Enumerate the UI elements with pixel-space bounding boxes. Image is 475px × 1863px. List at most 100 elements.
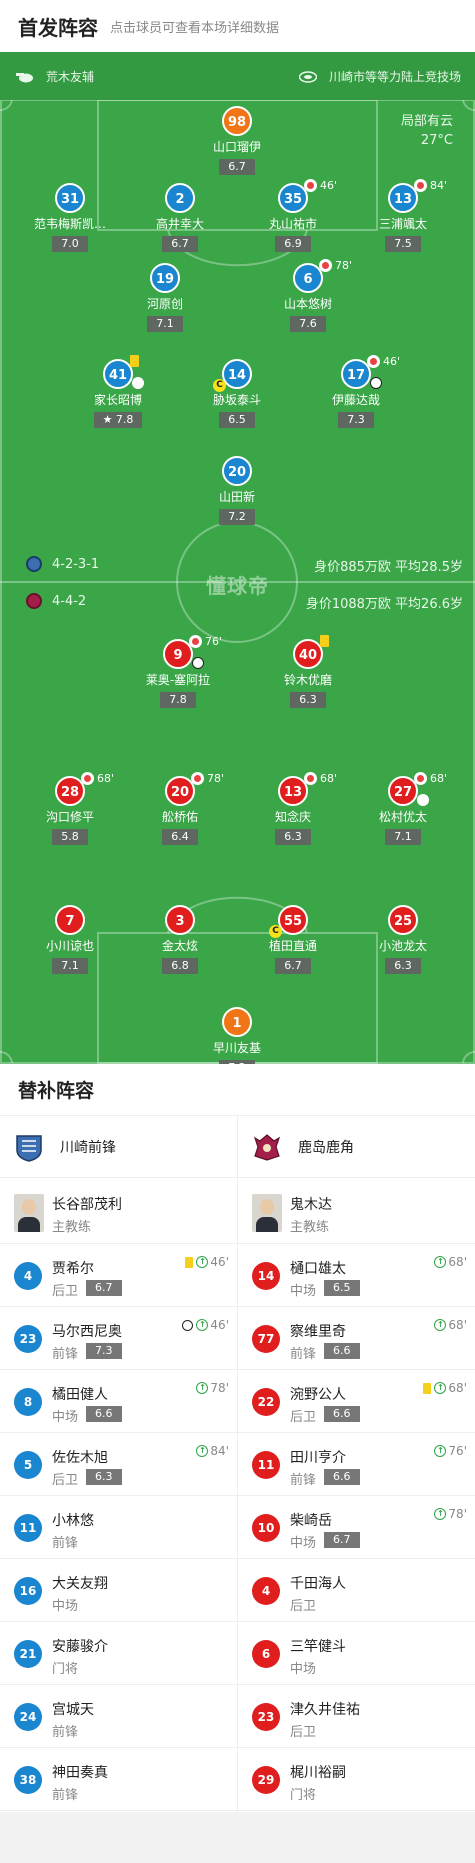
sub-off-indicator: 68' (81, 772, 114, 785)
home-coach[interactable]: 长谷部茂利 主教练 (0, 1178, 237, 1244)
substitution-icon (414, 772, 427, 785)
player-rating: 6.5 (219, 412, 255, 428)
player-number-badge: 29 (252, 1766, 280, 1794)
away-team-logo-icon (253, 1133, 281, 1161)
player-number-badge: 22 (252, 1388, 280, 1416)
substitution-icon (414, 179, 427, 192)
substitutes-section: 替补阵容 川崎前锋 长谷部茂利 主教练 4 贾希尔 后卫 6.7 ↑ 46' 23 马尔西尼奥… (0, 1064, 475, 1816)
page-subtitle: 点击球员可查看本场详细数据 (110, 20, 280, 36)
substitute-row[interactable]: 21 安藤骏介 门将 (0, 1622, 237, 1685)
player-rating: 6.4 (162, 829, 198, 845)
sub-minute: 76' (205, 635, 223, 648)
weather-condition: 局部有云 (400, 114, 453, 129)
sub-minute: 76' (448, 1444, 467, 1458)
player-marker[interactable]: 27 68' 松村优太 7.1 (351, 772, 455, 845)
player-position: 后卫 (290, 1725, 317, 1740)
player-marker[interactable]: 35 46' 丸山祐市 6.9 (241, 179, 345, 252)
player-rating: 7.1 (385, 829, 421, 845)
player-number-badge: 11 (14, 1514, 42, 1542)
away-team-header[interactable]: 鹿岛鹿角 (238, 1116, 475, 1178)
player-marker[interactable]: 55 C 植田直通 6.7 (241, 905, 345, 974)
substitute-row[interactable]: 38 神田奏真 前锋 (0, 1748, 237, 1811)
sub-minute: 68' (430, 772, 448, 785)
substitute-row[interactable]: 4 千田海人 后卫 (238, 1559, 475, 1622)
player-rating: 7.0 (52, 236, 88, 252)
home-team-logo-icon (16, 1134, 42, 1162)
substitute-row[interactable]: 77 察维里奇 前锋 6.6 ↑ 68' (238, 1307, 475, 1370)
player-marker[interactable]: 1早川友基7.2 (185, 1007, 289, 1064)
player-rating: 7.8 (160, 692, 196, 708)
player-marker[interactable]: 41 家长昭博 ★ 7.8 (66, 355, 170, 428)
substitution-icon (81, 772, 94, 785)
substitution-icon (304, 772, 317, 785)
player-marker[interactable]: 20 78' 舩桥佑 6.4 (128, 772, 232, 845)
player-marker[interactable]: 28 68' 沟口修平 5.8 (18, 772, 122, 845)
player-rating: 6.7 (162, 236, 198, 252)
assist-icon (417, 794, 429, 806)
substitute-row[interactable]: 23 津久井佳祐 后卫 (238, 1685, 475, 1748)
substitute-row[interactable]: 22 涴野公人 后卫 6.6 ↑ 68' (238, 1370, 475, 1433)
assist-icon (132, 377, 144, 389)
player-name: 莱奥-塞阿拉 (145, 673, 211, 687)
away-coach-name: 鬼木达 (290, 1197, 332, 1213)
sub-minute: 68' (448, 1255, 467, 1269)
player-rating: 6.8 (162, 958, 198, 974)
substitute-row[interactable]: 16 大关友翔 中场 (0, 1559, 237, 1622)
player-number-badge: 8 (14, 1388, 42, 1416)
substitute-row[interactable]: 24 宫城天 前锋 (0, 1685, 237, 1748)
player-name: 橘田健人 (52, 1387, 108, 1403)
player-marker[interactable]: 7 小川谅也 7.1 (18, 905, 122, 974)
player-name: 松村优太 (378, 810, 427, 824)
player-name: 丸山祐市 (268, 217, 317, 231)
substitute-row[interactable]: 8 橘田健人 中场 6.6 ↑ 78' (0, 1370, 237, 1433)
substitute-row[interactable]: 6 三竿健斗 中场 (238, 1622, 475, 1685)
player-rating: 6.9 (275, 236, 311, 252)
sub-off-indicator: 78' (191, 772, 224, 785)
player-marker[interactable]: 9 76' 莱奥-塞阿拉 7.8 (126, 635, 230, 708)
player-name: 神田奏真 (52, 1765, 108, 1781)
home-coach-role: 主教练 (52, 1220, 92, 1235)
player-marker[interactable]: 31 范韦梅斯凯… 7.0 (18, 183, 122, 252)
player-marker[interactable]: 6 78' 山本悠树 7.6 (256, 259, 360, 332)
player-marker[interactable]: 20 山田新 7.2 (185, 456, 289, 525)
player-marker[interactable]: 13 84' 三浦颯太 7.5 (351, 179, 455, 252)
player-name: 小池龙太 (378, 939, 427, 953)
player-marker[interactable]: 13 68' 知念庆 6.3 (241, 772, 345, 845)
sub-minute: 78' (448, 1507, 467, 1521)
player-marker[interactable]: 14 C 胁坂泰斗 6.5 (185, 359, 289, 428)
player-number-badge: 20 (222, 456, 252, 486)
substitute-row[interactable]: 10 柴崎岳 中场 6.7 ↑ 78' (238, 1496, 475, 1559)
home-coach-avatar (14, 1194, 44, 1232)
player-rating: 7.3 (86, 1343, 122, 1359)
player-position: 中场 (52, 1599, 79, 1614)
sub-off-indicator: 46' (367, 355, 400, 368)
sub-on-icon: ↑ (196, 1256, 209, 1268)
player-marker[interactable]: 98 山口瑠伊 6.7 (185, 106, 289, 175)
away-coach[interactable]: 鬼木达 主教练 (238, 1178, 475, 1244)
substitute-row[interactable]: 14 樋口雄太 中场 6.5 ↑ 68' (238, 1244, 475, 1307)
sub-minute: 68' (320, 772, 338, 785)
substitute-row[interactable]: 29 梶川裕嗣 门将 (238, 1748, 475, 1811)
substitute-row[interactable]: 11 田川亨介 前锋 6.6 ↑ 76' (238, 1433, 475, 1496)
player-marker[interactable]: 2 高井幸大 6.7 (128, 183, 232, 252)
substitute-row[interactable]: 5 佐佐木旭 后卫 6.3 ↑ 84' (0, 1433, 237, 1496)
player-name: 舩桥佑 (161, 810, 198, 824)
player-number-badge: 23 (14, 1325, 42, 1353)
home-team-header[interactable]: 川崎前锋 (0, 1116, 237, 1178)
sub-off-indicator: 46' (304, 179, 337, 192)
substitute-row[interactable]: 11 小林悠 前锋 (0, 1496, 237, 1559)
substitute-row[interactable]: 4 贾希尔 后卫 6.7 ↑ 46' (0, 1244, 237, 1307)
sub-on-icon: ↑ (434, 1508, 447, 1520)
player-marker[interactable]: 17 46' 伊藤达哉 7.3 (304, 355, 408, 428)
player-marker[interactable]: 3 金太炫 6.8 (128, 905, 232, 974)
match-info-bar: 荒木友辅 川崎市等等力陆上竞技场 (0, 52, 475, 100)
substitute-row[interactable]: 23 马尔西尼奥 前锋 7.3 ↑ 46' (0, 1307, 237, 1370)
player-number-badge: 41 (103, 359, 133, 389)
away-subs-list: 14 樋口雄太 中场 6.5 ↑ 68' 77 察维里奇 前锋 6.6 ↑ 68' 22 涴野公人 后卫 6.… (238, 1244, 475, 1811)
player-marker[interactable]: 25 小池龙太 6.3 (351, 905, 455, 974)
player-number-badge: 19 (150, 263, 180, 293)
player-marker[interactable]: 40 铃木优磨 6.3 (256, 635, 360, 708)
player-number-badge: 25 (388, 905, 418, 935)
player-marker[interactable]: 19 河原创 7.1 (113, 263, 217, 332)
home-team-logo-icon (26, 556, 42, 572)
